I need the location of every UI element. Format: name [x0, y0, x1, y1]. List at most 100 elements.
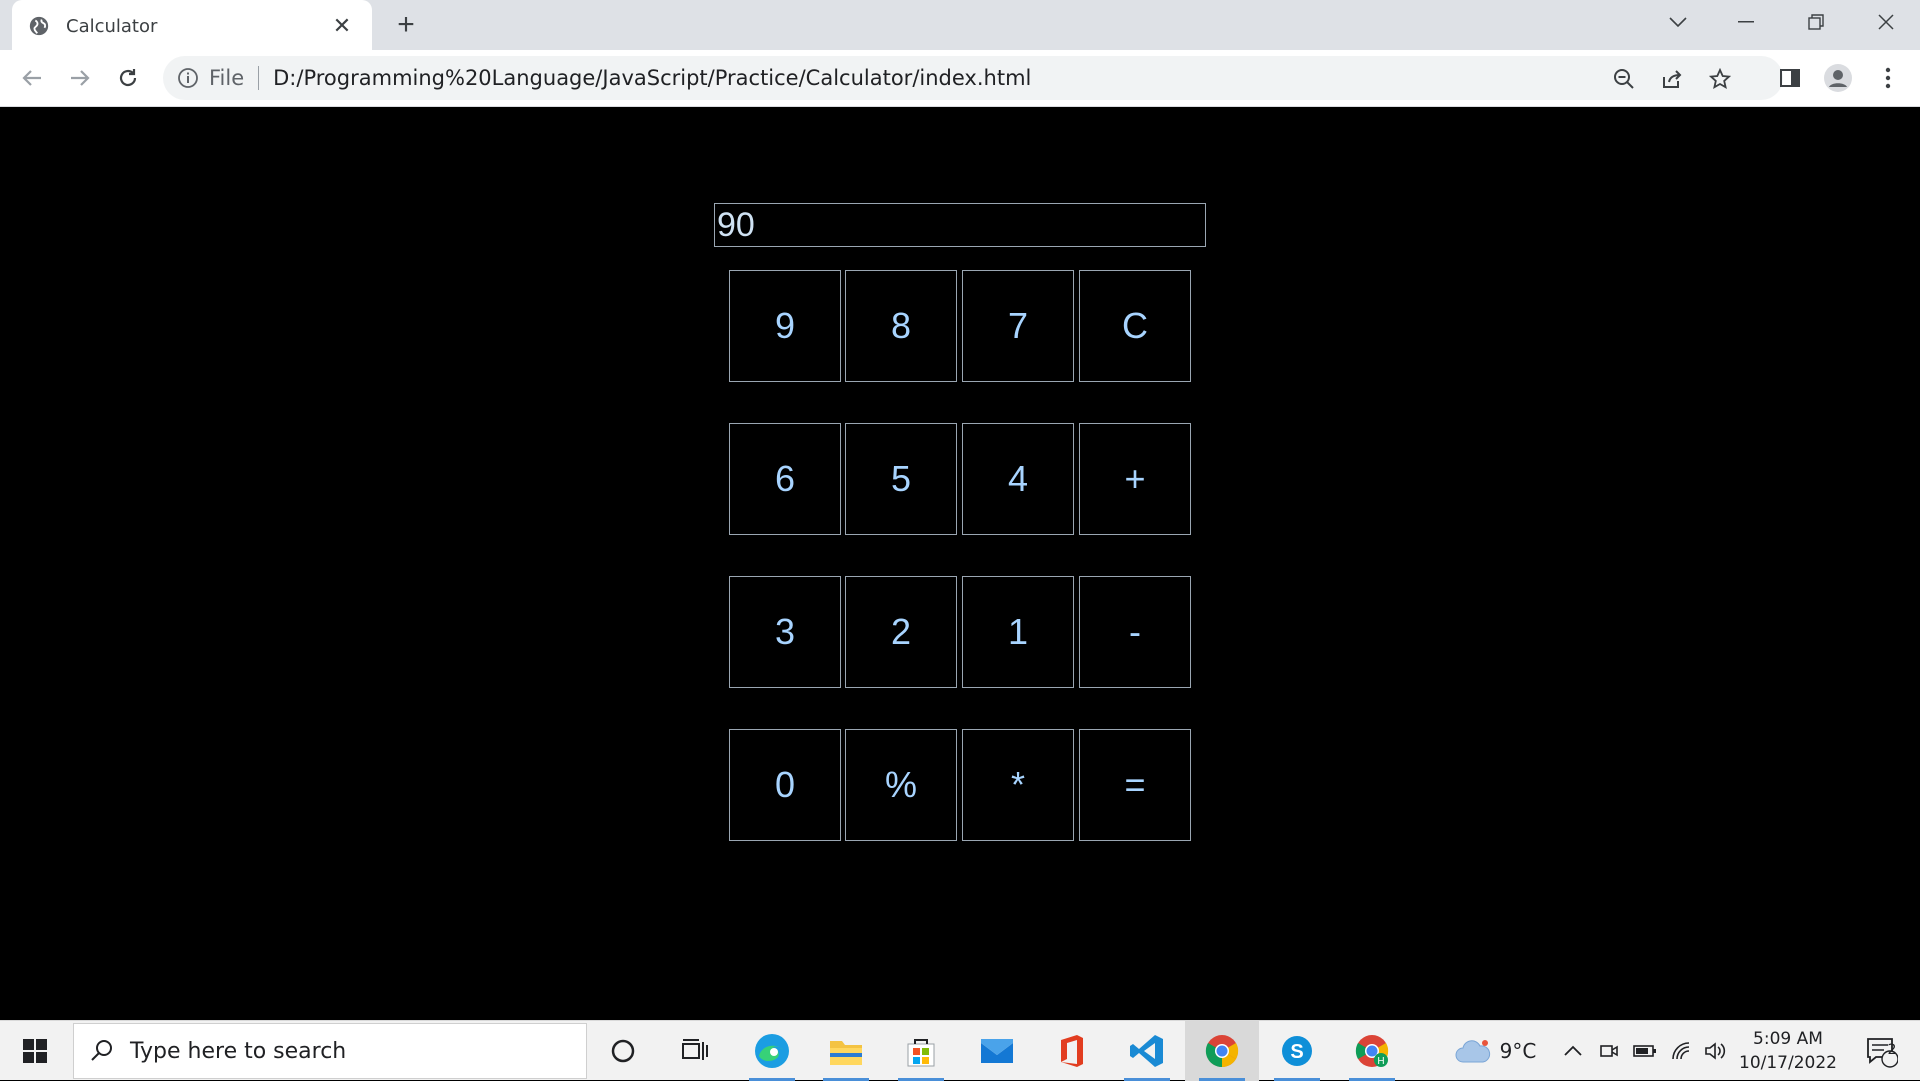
tab-close-icon[interactable]: ✕: [328, 13, 356, 39]
search-icon: [91, 1040, 112, 1061]
browser-tab[interactable]: Calculator ✕: [12, 0, 372, 52]
menu-button[interactable]: [1870, 60, 1906, 96]
taskbar-clock[interactable]: 5:09 AM 10/17/2022: [1728, 1027, 1848, 1075]
weather-widget[interactable]: 9°C: [1440, 1021, 1550, 1081]
notification-count-badge: 2: [1887, 1042, 1897, 1058]
action-center-button[interactable]: 2: [1856, 1021, 1906, 1081]
calc-button-plus[interactable]: +: [1079, 423, 1191, 535]
folder-icon: [830, 1041, 862, 1065]
calc-button-9[interactable]: 9: [729, 270, 841, 382]
taskbar-office[interactable]: [1035, 1021, 1109, 1081]
mail-icon: [981, 1039, 1013, 1063]
taskbar-file-explorer[interactable]: [809, 1021, 883, 1081]
share-icon: [1663, 70, 1682, 88]
forward-button[interactable]: [62, 60, 98, 96]
calculator-display[interactable]: 90: [714, 203, 1206, 247]
clock-time: 5:09 AM: [1753, 1029, 1823, 1049]
chrome-profile-icon: H: [1355, 1035, 1389, 1067]
task-view-icon: [682, 1039, 708, 1060]
calc-button-4[interactable]: 4: [962, 423, 1074, 535]
calc-button-multiply[interactable]: *: [962, 729, 1074, 841]
minimize-button[interactable]: [1716, 0, 1776, 44]
reload-icon: [119, 69, 137, 87]
skype-icon: S: [1282, 1036, 1312, 1066]
office-icon: [1061, 1035, 1083, 1067]
svg-text:S: S: [1290, 1041, 1303, 1063]
browser-toolbar: File D:/Programming%20Language/JavaScrip…: [0, 50, 1920, 107]
side-panel-button[interactable]: [1772, 60, 1808, 96]
cortana-button[interactable]: [586, 1021, 660, 1081]
avatar-icon: [1824, 64, 1852, 92]
taskbar-vscode[interactable]: [1110, 1021, 1184, 1081]
calc-button-0[interactable]: 0: [729, 729, 841, 841]
calc-button-3[interactable]: 3: [729, 576, 841, 688]
wifi-icon: [1672, 1042, 1690, 1060]
weather-temperature: 9°C: [1499, 1039, 1537, 1063]
battery-button[interactable]: [1632, 1021, 1658, 1081]
task-view-button[interactable]: [658, 1021, 732, 1081]
side-panel-icon: [1780, 69, 1800, 87]
restore-button[interactable]: [1786, 0, 1846, 44]
calc-button-7[interactable]: 7: [962, 270, 1074, 382]
battery-icon: [1633, 1045, 1656, 1057]
taskbar-chrome[interactable]: [1185, 1021, 1259, 1081]
calc-button-1[interactable]: 1: [962, 576, 1074, 688]
new-tab-button[interactable]: +: [388, 8, 424, 44]
globe-icon: [29, 16, 49, 36]
back-button[interactable]: [14, 60, 50, 96]
cloud-icon: [1455, 1040, 1490, 1063]
calc-button-clear[interactable]: C: [1079, 270, 1191, 382]
close-window-button[interactable]: [1856, 0, 1916, 44]
network-button[interactable]: [1668, 1021, 1694, 1081]
address-bar[interactable]: File D:/Programming%20Language/JavaScrip…: [163, 56, 1783, 100]
taskbar-skype[interactable]: S: [1260, 1021, 1334, 1081]
meet-now-button[interactable]: [1596, 1021, 1622, 1081]
calc-button-6[interactable]: 6: [729, 423, 841, 535]
calc-button-equals[interactable]: =: [1079, 729, 1191, 841]
store-icon: [907, 1039, 935, 1067]
url-scheme-label: File: [209, 66, 245, 90]
cortana-icon: [611, 1039, 635, 1063]
show-hidden-icons-button[interactable]: [1560, 1021, 1586, 1081]
calc-button-8[interactable]: 8: [845, 270, 957, 382]
tab-search-button[interactable]: [1648, 0, 1708, 44]
calc-button-2[interactable]: 2: [845, 576, 957, 688]
windows-logo-icon: [23, 1039, 47, 1063]
url-text[interactable]: D:/Programming%20Language/JavaScript/Pra…: [273, 66, 1031, 90]
calc-button-percent[interactable]: %: [845, 729, 957, 841]
volume-button[interactable]: [1702, 1021, 1728, 1081]
bookmark-button[interactable]: [1705, 64, 1735, 94]
reload-button[interactable]: [110, 60, 146, 96]
close-icon: [1878, 14, 1894, 30]
taskbar-chrome-profile[interactable]: H: [1335, 1021, 1409, 1081]
profile-button[interactable]: [1820, 60, 1856, 96]
calc-button-5[interactable]: 5: [845, 423, 957, 535]
taskbar-edge[interactable]: [735, 1021, 809, 1081]
taskbar-search-box[interactable]: Type here to search: [73, 1023, 587, 1079]
camera-icon: [1600, 1045, 1618, 1057]
minimize-icon: [1738, 21, 1754, 23]
chrome-icon: [1205, 1035, 1239, 1068]
restore-icon: [1808, 14, 1824, 30]
info-icon[interactable]: [177, 67, 199, 89]
kebab-menu-icon: [1885, 67, 1891, 89]
start-button[interactable]: [0, 1021, 70, 1081]
edge-browser-icon: [755, 1034, 789, 1068]
taskbar-mail[interactable]: [960, 1021, 1034, 1081]
arrow-left-icon: [22, 70, 41, 86]
taskbar-search-placeholder: Type here to search: [130, 1038, 347, 1064]
page-content: 90 9 8 7 C 6 5 4 + 3 2 1 - 0 % * =: [0, 107, 1920, 1020]
taskbar-microsoft-store[interactable]: [884, 1021, 958, 1081]
speaker-icon: [1705, 1042, 1726, 1060]
vscode-icon: [1130, 1035, 1163, 1067]
taskbar: Type here to search S H 9°C 5:09 AM 10/1…: [0, 1020, 1920, 1081]
chevron-down-icon: [1669, 17, 1687, 28]
star-icon: [1709, 68, 1731, 89]
calc-button-minus[interactable]: -: [1079, 576, 1191, 688]
chevron-up-icon: [1564, 1045, 1582, 1056]
zoom-button[interactable]: [1609, 64, 1639, 94]
svg-text:H: H: [1377, 1056, 1384, 1067]
arrow-right-icon: [71, 70, 90, 86]
share-button[interactable]: [1657, 64, 1687, 94]
tab-strip: Calculator ✕ +: [0, 0, 1920, 52]
